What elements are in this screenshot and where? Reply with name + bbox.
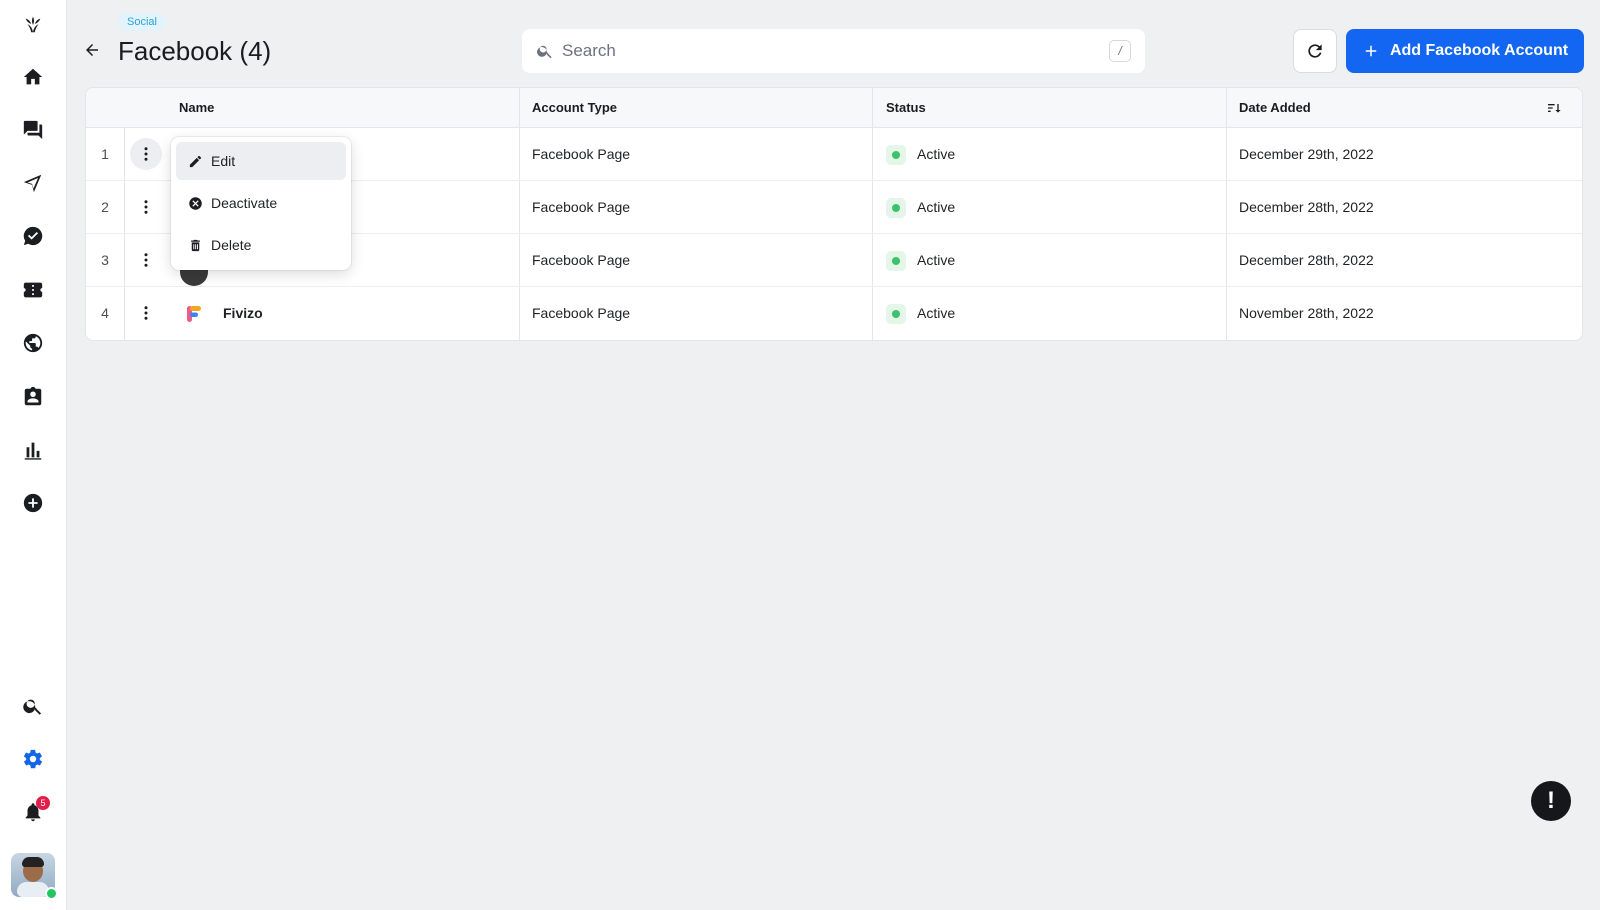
menu-item-delete[interactable]: Delete [176,226,346,264]
menu-item-label: Edit [211,153,236,169]
table-header: Name Account Type Status Date Added [86,88,1582,128]
sort-icon[interactable] [1546,100,1562,116]
conversations-icon[interactable] [13,110,53,150]
contacts-icon[interactable] [13,377,53,417]
row-actions-kebab-icon[interactable] [130,138,162,170]
menu-item-edit[interactable]: Edit [176,142,346,180]
add-button-label: Add Facebook Account [1389,42,1569,59]
row-number: 2 [101,199,109,215]
row-actions-kebab-icon[interactable] [130,297,162,329]
menu-item-deactivate[interactable]: Deactivate [176,184,346,222]
menu-item-label: Delete [211,237,252,253]
account-name-cell[interactable]: Fivizo [223,287,263,340]
row-number: 4 [101,305,109,321]
column-header-date-added[interactable]: Date Added [1239,88,1311,128]
account-type-cell: Facebook Page [532,252,631,268]
back-arrow-icon[interactable] [80,38,104,62]
date-added-cell: December 29th, 2022 [1239,146,1374,162]
account-type-cell: Facebook Page [532,199,631,215]
home-icon[interactable] [13,57,53,97]
status-cell: Active [917,199,956,215]
row-actions-kebab-icon[interactable] [130,191,162,223]
search-shortcut-hint: / [1109,40,1131,62]
sidebar: 5 [0,0,67,910]
user-avatar[interactable] [11,853,58,900]
status-cell: Active [917,305,956,321]
online-status-indicator [45,887,58,900]
search-icon[interactable] [13,686,53,726]
tickets-icon[interactable] [13,270,53,310]
row-context-menu: Edit Deactivate Delete [171,137,351,270]
status-active-icon [886,145,906,165]
column-header-account-type[interactable]: Account Type [532,88,617,128]
exclamation-icon: ! [1547,787,1555,814]
notifications-bell-icon[interactable]: 5 [13,792,53,832]
notification-count-badge: 5 [36,796,50,810]
help-button[interactable]: ! [1531,781,1571,821]
settings-gear-icon[interactable] [13,739,53,779]
search-input[interactable] [562,41,1109,61]
row-number: 3 [101,252,109,268]
tasks-check-icon[interactable] [13,216,53,256]
column-header-name[interactable]: Name [179,88,214,128]
row-actions-kebab-icon[interactable] [130,244,162,276]
cancel-circle-icon [189,196,202,210]
column-header-status[interactable]: Status [886,88,926,128]
status-cell: Active [917,252,956,268]
account-type-cell: Facebook Page [532,146,631,162]
category-tag: Social [118,13,166,31]
avatar-hair [22,857,44,867]
date-added-cell: December 28th, 2022 [1239,252,1374,268]
brand-logo-icon[interactable] [13,4,53,44]
globe-icon[interactable] [13,323,53,363]
table-row[interactable]: 4 Fivizo Facebook Page Active November 2… [86,287,1582,340]
add-facebook-account-button[interactable]: Add Facebook Account [1346,29,1584,73]
menu-item-label: Deactivate [211,195,278,211]
page-title: Facebook (4) [118,36,272,66]
campaigns-send-icon[interactable] [13,163,53,203]
row-number: 1 [101,146,109,162]
date-added-cell: November 28th, 2022 [1239,305,1374,321]
trash-icon [191,239,200,251]
status-active-icon [886,198,906,218]
search-magnifier-icon [537,45,552,59]
search-bar: / [522,29,1145,73]
status-cell: Active [917,146,956,162]
fivizo-logo-icon [187,306,201,322]
reports-chart-icon[interactable] [13,430,53,470]
add-circle-icon[interactable] [13,483,53,523]
plus-icon [1365,45,1377,57]
pencil-icon [189,155,202,167]
date-added-cell: December 28th, 2022 [1239,199,1374,215]
account-type-cell: Facebook Page [532,305,631,321]
status-active-icon [886,251,906,271]
status-active-icon [886,304,906,324]
account-avatar [180,270,208,286]
refresh-icon [1308,44,1322,58]
refresh-button[interactable] [1293,29,1337,73]
